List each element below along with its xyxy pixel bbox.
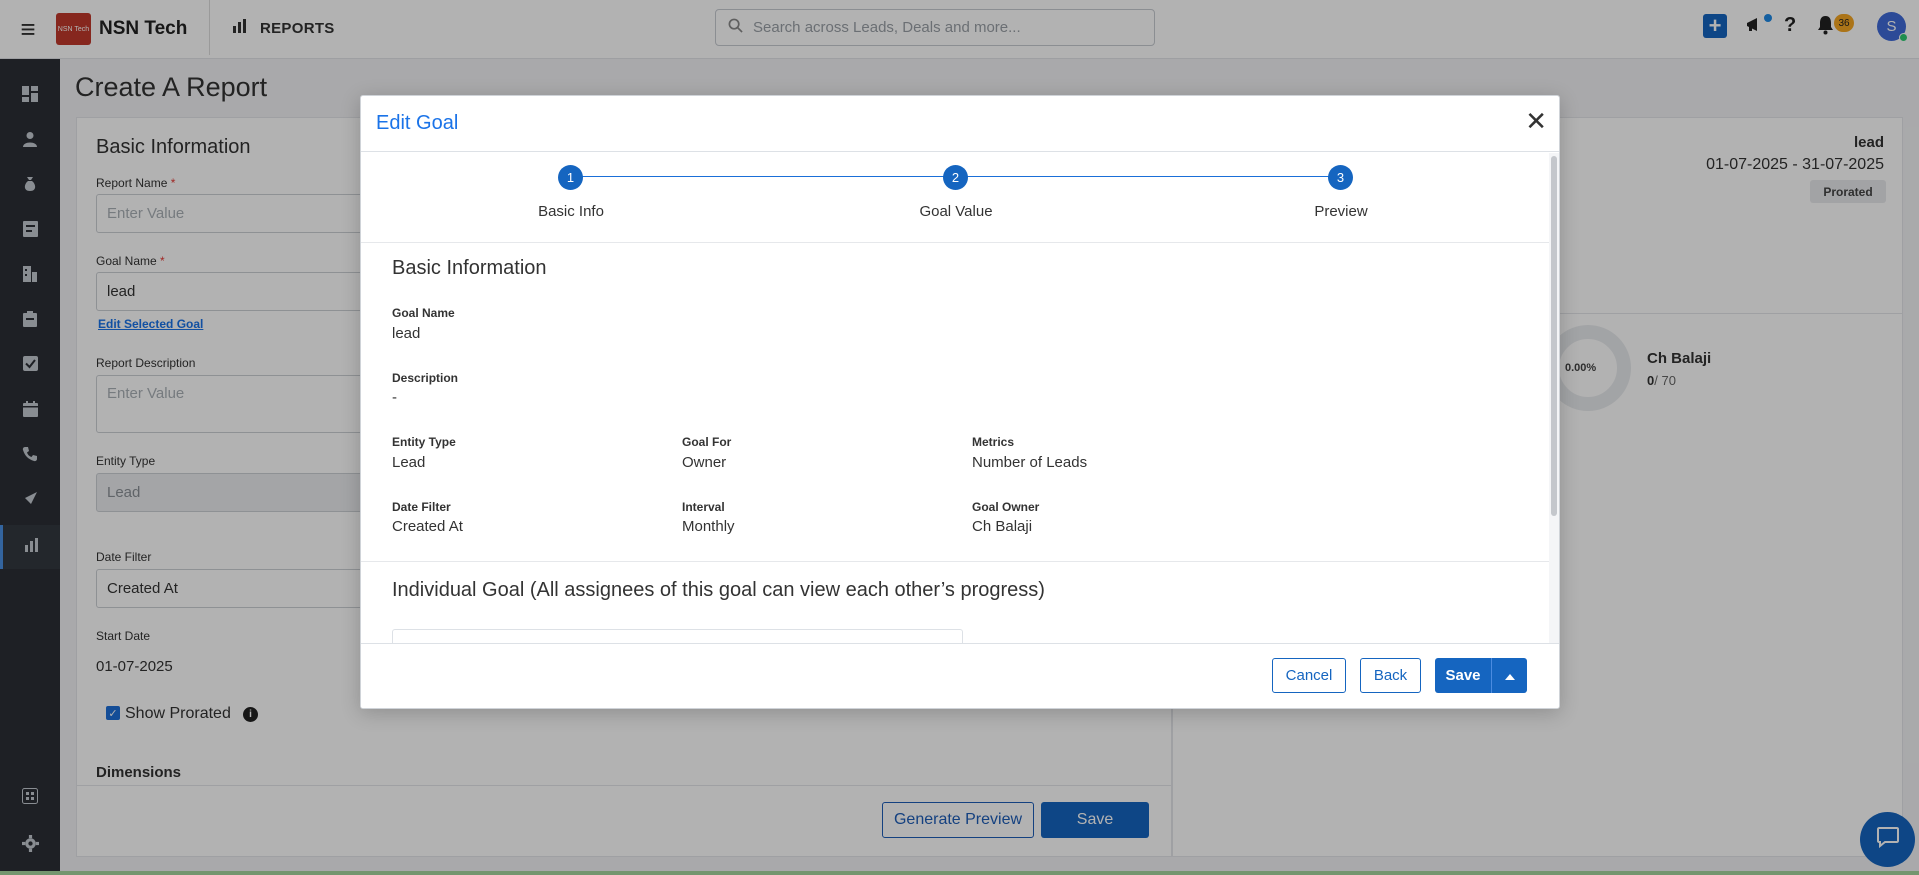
modal-footer: Cancel Back Save xyxy=(361,643,1559,708)
goal-owner-value: Ch Balaji xyxy=(972,518,1033,535)
save-options-caret[interactable] xyxy=(1492,658,1527,693)
basic-information-title: Basic Information xyxy=(392,257,547,279)
section-divider xyxy=(361,561,1551,562)
step-2-circle[interactable]: 2 xyxy=(943,165,968,190)
step-2-label[interactable]: Goal Value xyxy=(866,203,1046,220)
modal-scrollbar-thumb[interactable] xyxy=(1551,156,1557,516)
interval-label: Interval xyxy=(682,500,725,514)
date-filter-value: Created At xyxy=(392,518,463,535)
goal-name-value: lead xyxy=(392,325,421,342)
description-label: Description xyxy=(392,371,459,385)
description-value: - xyxy=(392,389,397,406)
individual-goal-table xyxy=(392,629,963,643)
entity-type-label: Entity Type xyxy=(392,435,456,449)
step-1-circle[interactable]: 1 xyxy=(558,165,583,190)
back-button[interactable]: Back xyxy=(1360,658,1421,693)
goal-for-label: Goal For xyxy=(682,435,732,449)
goal-name-label: Goal Name xyxy=(392,306,455,320)
caret-up-icon xyxy=(1504,667,1515,685)
entity-type-value: Lead xyxy=(392,454,426,471)
modal-title: Edit Goal xyxy=(376,112,459,134)
modal-header: Edit Goal ✕ xyxy=(361,96,1559,152)
interval-value: Monthly xyxy=(682,518,735,535)
metrics-value: Number of Leads xyxy=(972,454,1088,471)
edit-goal-modal: Edit Goal ✕ 1 Basic Info 2 Goal Value 3 … xyxy=(360,95,1560,709)
step-3-circle[interactable]: 3 xyxy=(1328,165,1353,190)
cancel-button[interactable]: Cancel xyxy=(1272,658,1346,693)
step-1-label[interactable]: Basic Info xyxy=(481,203,661,220)
goal-owner-label: Goal Owner xyxy=(972,500,1040,514)
goal-for-value: Owner xyxy=(682,454,727,471)
modal-body: 1 Basic Info 2 Goal Value 3 Preview Basi… xyxy=(361,153,1551,643)
close-icon[interactable]: ✕ xyxy=(1525,108,1547,134)
save-split-button: Save xyxy=(1435,658,1527,693)
step-3-label[interactable]: Preview xyxy=(1251,203,1431,220)
date-filter-label: Date Filter xyxy=(392,500,451,514)
individual-goal-title: Individual Goal (All assignees of this g… xyxy=(392,579,1045,601)
metrics-label: Metrics xyxy=(972,435,1015,449)
save-button[interactable]: Save xyxy=(1435,658,1492,693)
goal-stepper: 1 Basic Info 2 Goal Value 3 Preview xyxy=(361,153,1551,243)
